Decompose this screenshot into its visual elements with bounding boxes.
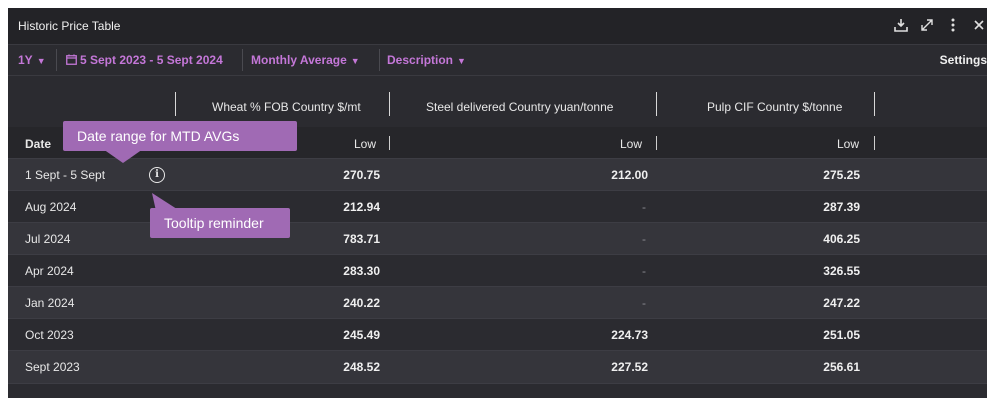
row-pulp-value: 287.39 xyxy=(823,200,860,214)
wheat-low-header[interactable]: Low xyxy=(354,137,376,151)
historic-price-panel: Historic Price Table 1Y ▼ 5 Sept 2023 - 5… xyxy=(8,8,987,398)
row-steel-value: - xyxy=(642,232,646,246)
description-label: Description xyxy=(387,53,454,67)
window-controls xyxy=(893,16,987,34)
chevron-down-icon: ▼ xyxy=(36,56,46,66)
column-divider[interactable] xyxy=(874,92,875,116)
row-date: Sept 2023 xyxy=(25,360,80,374)
expand-icon[interactable] xyxy=(919,16,935,34)
period-label: 1Y xyxy=(18,53,33,67)
chevron-down-icon: ▼ xyxy=(350,56,360,66)
column-divider[interactable] xyxy=(175,92,176,116)
date-range-picker[interactable]: 5 Sept 2023 - 5 Sept 2024 xyxy=(66,53,223,67)
tooltip-callout: Tooltip reminder xyxy=(150,208,290,238)
row-wheat-value: 270.75 xyxy=(343,168,380,182)
close-icon[interactable] xyxy=(971,16,987,34)
toolbar-divider xyxy=(379,49,380,71)
date-column-header[interactable]: Date xyxy=(25,137,51,151)
date-range-callout: Date range for MTD AVGs xyxy=(63,121,297,151)
toolbar-divider xyxy=(56,49,57,71)
panel-title: Historic Price Table xyxy=(18,19,121,33)
row-date: Jul 2024 xyxy=(25,232,71,246)
row-pulp-value: 406.25 xyxy=(823,232,860,246)
row-wheat-value: 245.49 xyxy=(343,328,380,342)
row-steel-value: - xyxy=(642,296,646,310)
row-pulp-value: 256.61 xyxy=(823,360,860,374)
row-wheat-value: 240.22 xyxy=(343,296,380,310)
row-date: Jan 2024 xyxy=(25,296,75,310)
column-header-wheat[interactable]: Wheat % FOB Country $/mt xyxy=(212,100,361,114)
table-row[interactable]: Oct 2023 245.49 224.73 251.05 xyxy=(8,318,987,351)
settings-button[interactable]: Settings xyxy=(940,53,987,67)
column-header-steel[interactable]: Steel delivered Country yuan/tonne xyxy=(426,100,613,114)
toolbar: 1Y ▼ 5 Sept 2023 - 5 Sept 2024 Monthly Av… xyxy=(8,44,987,76)
table-row[interactable]: Apr 2024 283.30 - 326.55 xyxy=(8,254,987,287)
row-date: 1 Sept - 5 Sept xyxy=(25,168,106,182)
aggregation-label: Monthly Average xyxy=(251,53,347,67)
row-steel-value: - xyxy=(642,200,646,214)
column-header-pulp[interactable]: Pulp CIF Country $/tonne xyxy=(707,100,842,114)
row-steel-value: 227.52 xyxy=(611,360,648,374)
download-icon[interactable] xyxy=(893,16,909,34)
toolbar-divider xyxy=(242,49,243,71)
info-icon[interactable]: i xyxy=(149,167,165,183)
row-steel-value: 212.00 xyxy=(611,168,648,182)
row-steel-value: 224.73 xyxy=(611,328,648,342)
row-steel-value: - xyxy=(642,264,646,278)
callout-pointer xyxy=(103,149,143,163)
row-pulp-value: 275.25 xyxy=(823,168,860,182)
row-wheat-value: 283.30 xyxy=(343,264,380,278)
steel-low-header[interactable]: Low xyxy=(620,137,642,151)
row-date: Oct 2023 xyxy=(25,328,74,342)
aggregation-dropdown[interactable]: Monthly Average ▼ xyxy=(251,53,360,67)
column-divider[interactable] xyxy=(389,92,390,116)
table-row[interactable]: Jan 2024 240.22 - 247.22 xyxy=(8,286,987,319)
table-row[interactable]: 1 Sept - 5 Sept i 270.75 212.00 275.25 xyxy=(8,158,987,191)
column-divider[interactable] xyxy=(656,136,657,150)
row-wheat-value: 783.71 xyxy=(343,232,380,246)
date-range-label: 5 Sept 2023 - 5 Sept 2024 xyxy=(80,53,223,67)
kebab-menu-icon[interactable] xyxy=(945,16,961,34)
title-bar: Historic Price Table xyxy=(8,8,987,44)
calendar-icon xyxy=(66,54,77,65)
row-wheat-value: 248.52 xyxy=(343,360,380,374)
description-dropdown[interactable]: Description ▼ xyxy=(387,53,466,67)
row-date: Aug 2024 xyxy=(25,200,77,214)
column-divider[interactable] xyxy=(874,136,875,150)
row-pulp-value: 326.55 xyxy=(823,264,860,278)
row-date: Apr 2024 xyxy=(25,264,74,278)
period-dropdown[interactable]: 1Y ▼ xyxy=(18,53,46,67)
pulp-low-header[interactable]: Low xyxy=(837,137,859,151)
chevron-down-icon: ▼ xyxy=(457,56,466,66)
column-divider[interactable] xyxy=(656,92,657,116)
column-divider[interactable] xyxy=(389,136,390,150)
table-row[interactable]: Sept 2023 248.52 227.52 256.61 xyxy=(8,350,987,384)
row-pulp-value: 247.22 xyxy=(823,296,860,310)
row-pulp-value: 251.05 xyxy=(823,328,860,342)
row-wheat-value: 212.94 xyxy=(343,200,380,214)
